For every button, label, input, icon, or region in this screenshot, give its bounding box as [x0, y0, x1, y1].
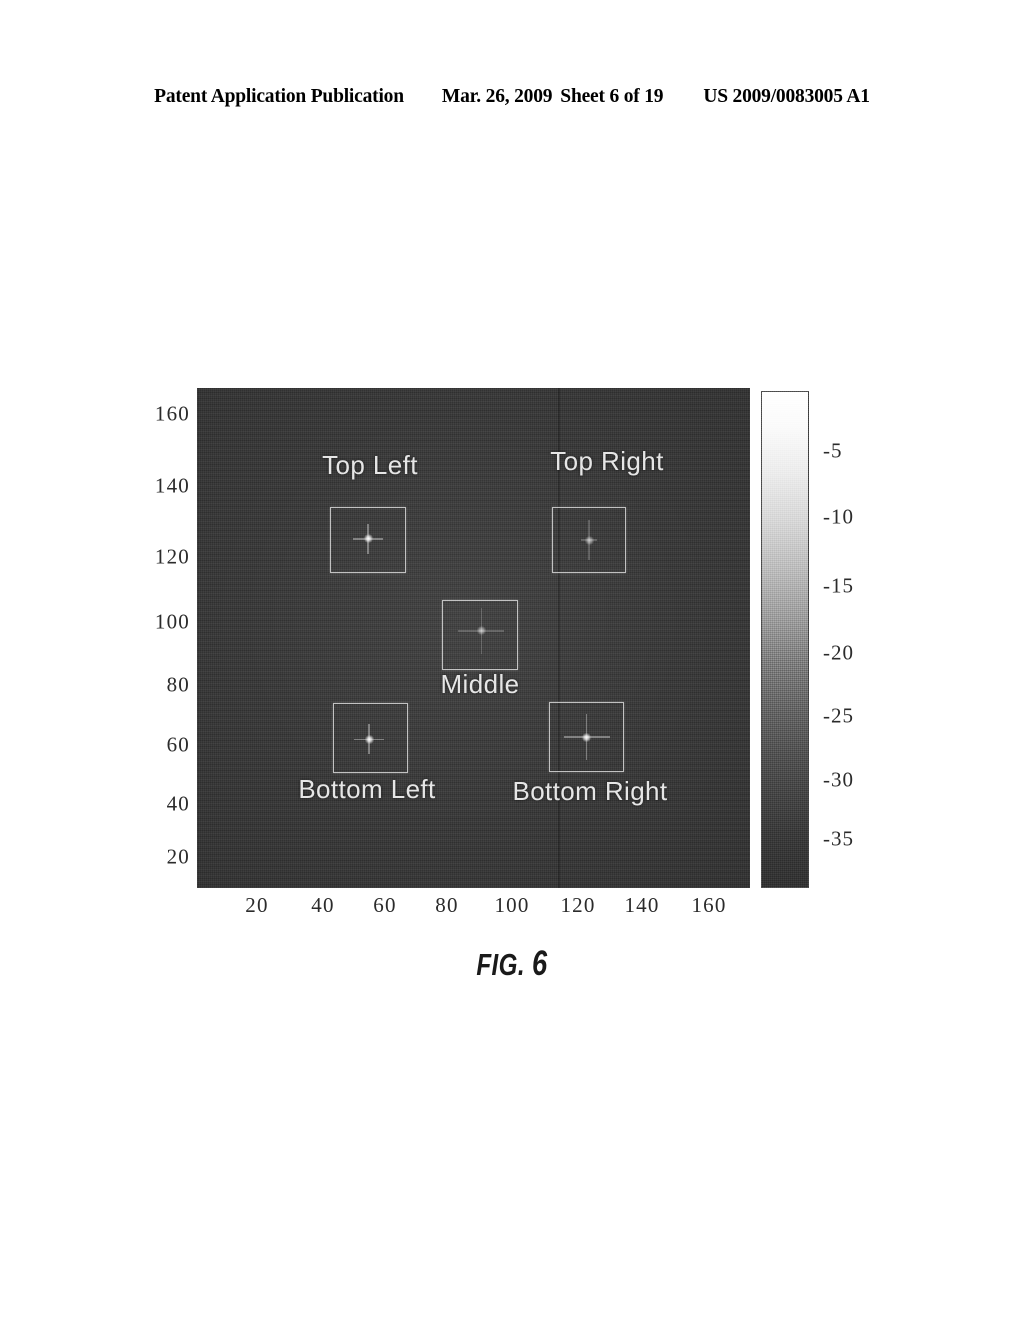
- figure-caption-prefix: FIG.: [476, 947, 525, 982]
- x-tick-80: 80: [435, 893, 459, 917]
- roi-box-top-left: [330, 507, 406, 573]
- colorbar-tick--30: -30: [823, 767, 854, 792]
- x-tick-160: 160: [691, 893, 727, 917]
- y-tick-160: 160: [154, 401, 190, 426]
- roi-box-bottom-left: [333, 703, 408, 773]
- roi-label-bottom-right: Bottom Right: [512, 776, 668, 806]
- y-tick-20: 20: [166, 844, 190, 869]
- roi-label-top-right: Top Right: [550, 446, 664, 476]
- colorbar-gradient: [761, 391, 809, 888]
- colorbar-tick--15: -15: [823, 573, 854, 598]
- colorbar-tick-labels: -5 -10 -15 -20 -25 -30 -35: [815, 391, 885, 888]
- roi-box-middle: [442, 600, 518, 670]
- y-tick-120: 120: [154, 544, 190, 569]
- y-tick-140: 140: [154, 473, 190, 498]
- x-tick-60: 60: [373, 893, 397, 917]
- x-tick-120: 120: [560, 893, 596, 917]
- colorbar: [761, 391, 809, 888]
- heatmap-plot: Top Left Top Right Middle Bottom Left Bo…: [197, 388, 750, 888]
- figure-caption-number: 6: [532, 944, 548, 983]
- x-tick-40: 40: [311, 893, 335, 917]
- colorbar-tick--5: -5: [823, 438, 843, 463]
- roi-label-top-left: Top Left: [322, 450, 418, 480]
- roi-label-middle: Middle: [440, 669, 520, 699]
- figure-caption: FIG. 6: [113, 944, 912, 984]
- x-axis: 20 40 60 80 100 120 140 160: [197, 893, 750, 925]
- colorbar-tick--25: -25: [823, 703, 854, 728]
- roi-box-top-right: [552, 507, 626, 573]
- y-axis: 160 140 120 100 80 60 40 20: [126, 388, 190, 888]
- y-tick-80: 80: [166, 672, 190, 697]
- roi-label-bottom-left: Bottom Left: [298, 774, 436, 804]
- figure-6: 160 140 120 100 80 60 40 20 Top Left Top…: [0, 0, 1024, 1320]
- colorbar-tick--35: -35: [823, 826, 854, 851]
- x-tick-20: 20: [245, 893, 269, 917]
- colorbar-tick--20: -20: [823, 640, 854, 665]
- y-tick-60: 60: [166, 732, 190, 757]
- x-tick-100: 100: [494, 893, 530, 917]
- x-tick-140: 140: [624, 893, 660, 917]
- y-tick-40: 40: [166, 791, 190, 816]
- y-tick-100: 100: [154, 609, 190, 634]
- roi-box-bottom-right: [549, 702, 624, 772]
- colorbar-tick--10: -10: [823, 504, 854, 529]
